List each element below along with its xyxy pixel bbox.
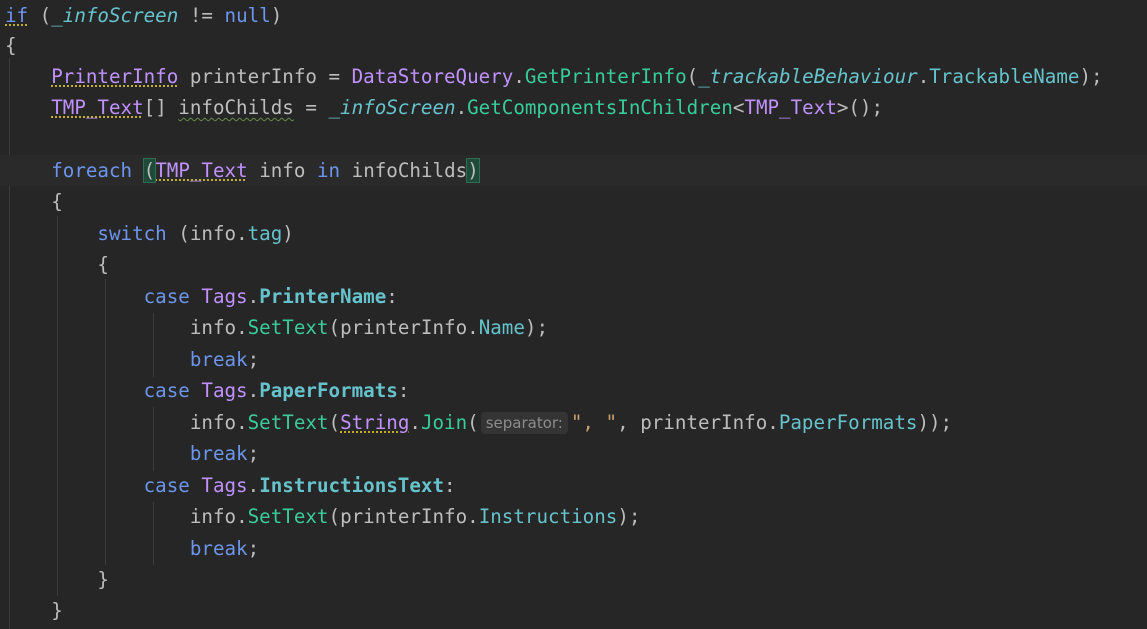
operator: != xyxy=(189,4,213,27)
code-line[interactable]: switch (info.tag) xyxy=(5,218,293,249)
constant-ref: PaperFormats xyxy=(259,379,398,402)
property-ref: Name xyxy=(478,316,525,339)
method-call: GetComponentsInChildren xyxy=(467,96,733,119)
method-call: Join xyxy=(420,411,468,434)
matching-paren: ( xyxy=(142,158,157,183)
method-call: SetText xyxy=(247,316,329,339)
code-line[interactable]: info.SetText(printerInfo.Name); xyxy=(5,312,548,343)
local-variable: info xyxy=(189,316,237,339)
code-line[interactable]: PrinterInfo printerInfo = DataStoreQuery… xyxy=(5,61,1102,92)
constant-ref: InstructionsText xyxy=(259,474,445,497)
constant-ref: PrinterName xyxy=(259,285,387,308)
local-variable: info xyxy=(189,505,237,528)
string-literal: ", " xyxy=(570,411,618,434)
keyword: break xyxy=(189,348,248,371)
code-line[interactable]: { xyxy=(5,30,17,61)
local-variable: printerInfo xyxy=(640,411,768,434)
type-ref: DataStoreQuery xyxy=(351,65,514,88)
property-ref: PaperFormats xyxy=(778,411,918,434)
method-call: SetText xyxy=(247,505,329,528)
type-ref: Tags xyxy=(201,474,248,497)
code-line[interactable]: break; xyxy=(5,344,259,375)
type-ref: Tags xyxy=(201,285,248,308)
code-line[interactable]: info.SetText(printerInfo.Instructions); xyxy=(5,501,641,532)
code-line[interactable]: } xyxy=(5,564,109,595)
keyword: foreach xyxy=(51,159,133,182)
parameter-hint: separator: xyxy=(480,412,568,434)
type-ref: PrinterInfo xyxy=(51,65,179,88)
code-editor[interactable]: if (_infoScreen != null) { PrinterInfo p… xyxy=(0,0,1147,629)
type-ref: TMP_Text xyxy=(51,96,144,119)
local-variable: info xyxy=(189,411,237,434)
field-ref: _infoScreen xyxy=(51,4,179,27)
property-ref: Instructions xyxy=(478,505,618,528)
brace: { xyxy=(97,253,109,276)
type-ref: TMP_Text xyxy=(155,159,248,182)
code-line[interactable]: TMP_Text[] infoChilds = _infoScreen.GetC… xyxy=(5,92,883,123)
brace: } xyxy=(51,599,63,622)
local-variable: infoChilds xyxy=(178,96,294,119)
code-line[interactable]: if (_infoScreen != null) xyxy=(5,0,282,31)
code-line[interactable]: { xyxy=(5,186,63,217)
type-ref: String xyxy=(340,411,410,434)
local-variable: printerInfo xyxy=(340,316,468,339)
local-variable: info xyxy=(259,159,306,182)
type-ref: TMP_Text xyxy=(744,96,837,119)
code-line[interactable]: case Tags.PrinterName: xyxy=(5,281,398,312)
field-ref: _infoScreen xyxy=(328,96,456,119)
keyword: break xyxy=(189,442,248,465)
brace: { xyxy=(51,190,63,213)
code-line[interactable]: case Tags.InstructionsText: xyxy=(5,470,456,501)
property-ref: tag xyxy=(247,222,283,245)
brace: } xyxy=(97,568,109,591)
current-line[interactable]: foreach (TMP_Text info in infoChilds) xyxy=(0,155,1147,186)
keyword: case xyxy=(143,474,190,497)
matching-paren: ) xyxy=(466,158,480,183)
local-variable: info xyxy=(189,222,237,245)
local-variable: printerInfo xyxy=(189,65,317,88)
keyword: break xyxy=(189,537,248,560)
code-line[interactable]: { xyxy=(5,249,109,280)
code-line[interactable]: info.SetText(String.Join(separator: ", ",… xyxy=(5,407,952,438)
code-line[interactable]: } xyxy=(5,595,63,626)
code-line[interactable]: case Tags.PaperFormats: xyxy=(5,375,410,406)
keyword: switch xyxy=(97,222,167,245)
brace: { xyxy=(5,34,17,57)
type-ref: Tags xyxy=(201,379,248,402)
local-variable: printerInfo xyxy=(340,505,468,528)
keyword: null xyxy=(224,4,271,27)
keyword: case xyxy=(143,285,190,308)
keyword: in xyxy=(316,159,341,182)
property-ref: TrackableName xyxy=(929,65,1080,88)
field-ref: _trackableBehaviour xyxy=(698,65,918,88)
code-line[interactable]: break; xyxy=(5,533,259,564)
keyword: if xyxy=(5,4,29,27)
code-line[interactable]: break; xyxy=(5,438,259,469)
method-call: GetPrinterInfo xyxy=(524,65,687,88)
method-call: SetText xyxy=(247,411,329,434)
keyword: case xyxy=(143,379,190,402)
local-variable: infoChilds xyxy=(351,159,468,182)
